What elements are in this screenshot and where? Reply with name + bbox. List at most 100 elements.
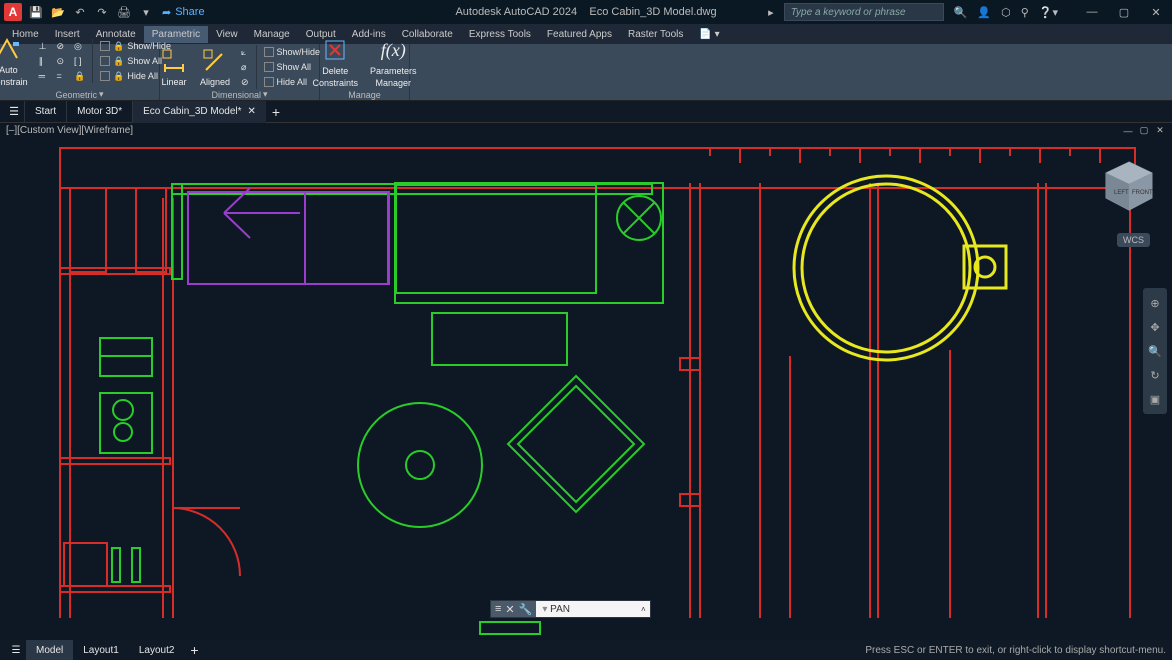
title-file: Eco Cabin_3D Model.dwg	[589, 6, 716, 18]
menu-express[interactable]: Express Tools	[461, 26, 539, 43]
cmd-wrench-icon[interactable]: 🔧	[519, 603, 533, 616]
command-input[interactable]: ▾ PAN	[536, 601, 636, 617]
close-tab-icon[interactable]: ✕	[248, 106, 256, 117]
doc-tab-start[interactable]: Start	[24, 101, 66, 123]
panel-label-manage: Manage	[348, 90, 381, 100]
ribbon: Auto Constrain ⊥ ∥ ═ ⊘ ⊙ = ◎ [ ] 🔒 🔒Show…	[0, 44, 1172, 101]
nav-showmotion-icon[interactable]: ▣	[1146, 390, 1164, 408]
chevron-down-icon: ▾	[263, 89, 268, 100]
cmd-chevron-icon: ▾	[542, 604, 550, 615]
aligned-button[interactable]: Aligned	[196, 45, 234, 89]
layout-tab-layout2[interactable]: Layout2	[129, 640, 185, 660]
drawing-canvas[interactable]: LEFT FRONT WCS ⊕ ✥ 🔍 ↻ ▣ ≡ ✕ 🔧 ▾ PAN ˄	[0, 138, 1172, 640]
document-tabs: ☰ Start Motor 3D* Eco Cabin_3D Model* ✕ …	[0, 101, 1172, 123]
doc-tab-motor3d[interactable]: Motor 3D*	[66, 101, 132, 123]
dim-radius-icon[interactable]: ⌀	[238, 60, 252, 74]
search-input[interactable]: Type a keyword or phrase	[784, 3, 944, 21]
geom-tangent-icon[interactable]: ⊘	[53, 39, 67, 53]
cmd-icons: ≡ ✕ 🔧	[491, 603, 536, 616]
doc-tab-eco-cabin[interactable]: Eco Cabin_3D Model* ✕	[132, 101, 266, 123]
viewcube-left-label: LEFT	[1114, 190, 1129, 196]
command-text: PAN	[550, 604, 570, 615]
menu-overflow[interactable]: 📄 ▾	[691, 26, 727, 43]
qat-print-icon[interactable]: 🖨	[116, 4, 132, 20]
layout-menu-icon[interactable]: ☰	[6, 640, 26, 660]
command-recent-dropdown[interactable]: ˄	[636, 601, 650, 617]
nav-wheel-icon[interactable]: ⊕	[1146, 294, 1164, 312]
parameters-manager-button[interactable]: f(x) Parameters Manager	[366, 34, 421, 90]
doc-tabs-menu-icon[interactable]: ☰	[4, 102, 24, 122]
add-tab-button[interactable]: +	[266, 104, 286, 120]
panel-label-dimensional[interactable]: Dimensional▾	[211, 89, 267, 100]
layout-tab-layout1[interactable]: Layout1	[73, 640, 129, 660]
search-icon[interactable]: 🔍	[954, 6, 968, 19]
viewport-minimize-icon[interactable]: —	[1122, 125, 1134, 137]
checkbox-icon	[264, 62, 274, 72]
doc-tab-label: Eco Cabin_3D Model*	[143, 106, 241, 117]
cmd-close-icon[interactable]: ✕	[505, 603, 514, 616]
geom-coincident-icon[interactable]: ⊙	[53, 54, 67, 68]
view-cube[interactable]: LEFT FRONT	[1102, 158, 1157, 213]
chevron-down-icon: ▾	[99, 89, 104, 100]
geom-icons-col1: ⊥ ∥ ═	[36, 39, 50, 83]
menu-manage[interactable]: Manage	[246, 26, 298, 43]
viewport-maximize-icon[interactable]: ▢	[1138, 125, 1150, 137]
viewport-status-label[interactable]: [–][Custom View][Wireframe]	[6, 125, 133, 136]
geom-equal-icon[interactable]: =	[53, 69, 67, 83]
layout-tab-model[interactable]: Model	[26, 640, 73, 660]
linear-button[interactable]: Linear	[156, 45, 192, 89]
checkbox-icon	[100, 41, 110, 51]
autoconstrain-label-1: Auto	[0, 65, 18, 75]
delete-constraints-icon	[321, 36, 349, 64]
menu-raster[interactable]: Raster Tools	[620, 26, 691, 43]
menu-featured[interactable]: Featured Apps	[539, 26, 620, 43]
panel-label-geometric[interactable]: Geometric▾	[55, 89, 103, 100]
autodesk-app-icon[interactable]: ⬡	[1001, 6, 1011, 19]
nav-orbit-icon[interactable]: ↻	[1146, 366, 1164, 384]
geom-horiz-icon[interactable]: ═	[36, 69, 50, 83]
geom-icons-col2: ⊘ ⊙ =	[53, 39, 67, 83]
autoconstrain-label-2: Constrain	[0, 77, 28, 87]
dim-angular-icon[interactable]: ⟀	[238, 45, 252, 59]
qat-open-icon[interactable]: 📂	[50, 4, 66, 20]
search-arrow-icon: ▸	[768, 6, 774, 19]
add-layout-button[interactable]: +	[184, 642, 204, 658]
autoconstrain-button[interactable]: Auto Constrain	[0, 33, 32, 89]
status-message: Press ESC or ENTER to exit, or right-cli…	[865, 645, 1166, 656]
share-button[interactable]: ➦ Share	[162, 6, 205, 19]
app-icon[interactable]: A	[4, 3, 22, 21]
qat-redo-icon[interactable]: ↷	[94, 4, 110, 20]
exchange-icon[interactable]: ⚲	[1021, 6, 1029, 19]
nav-pan-icon[interactable]: ✥	[1146, 318, 1164, 336]
account-icon[interactable]: 👤	[977, 6, 991, 19]
geom-parallel-icon[interactable]: ∥	[36, 54, 50, 68]
delete-label-1: Delete	[322, 66, 348, 76]
delete-constraints-button[interactable]: Delete Constraints	[308, 34, 362, 90]
bottom-status-bar: ☰ Model Layout1 Layout2 + Press ESC or E…	[0, 640, 1172, 660]
qat-undo-icon[interactable]: ↶	[72, 4, 88, 20]
ribbon-panel-geometric: Auto Constrain ⊥ ∥ ═ ⊘ ⊙ = ◎ [ ] 🔒 🔒Show…	[0, 44, 160, 100]
ribbon-panel-dimensional: Linear Aligned ⟀ ⌀ ⊘ Show/Hide Show All …	[160, 44, 320, 100]
geom-concentric-icon[interactable]: ◎	[71, 39, 88, 53]
qat-save-icon[interactable]: 💾	[28, 4, 44, 20]
nav-zoom-icon[interactable]: 🔍	[1146, 342, 1164, 360]
qat-dropdown-icon[interactable]: ▾	[138, 4, 154, 20]
dim-icons-col: ⟀ ⌀ ⊘	[238, 45, 252, 89]
maximize-button[interactable]: ▢	[1112, 4, 1136, 20]
share-icon: ➦	[162, 6, 171, 19]
cmd-customize-icon[interactable]: ≡	[495, 603, 501, 615]
geom-fix-icon[interactable]: 🔒	[71, 69, 88, 83]
dim-diameter-icon[interactable]: ⊘	[238, 75, 252, 89]
minimize-button[interactable]: —	[1080, 4, 1104, 20]
geom-symmetric-icon[interactable]: [ ]	[71, 54, 88, 68]
close-button[interactable]: ✕	[1144, 4, 1168, 20]
geom-perp-icon[interactable]: ⊥	[36, 39, 50, 53]
help-dropdown[interactable]: ❔▾	[1039, 6, 1058, 19]
command-line[interactable]: ≡ ✕ 🔧 ▾ PAN ˄	[490, 600, 651, 618]
drawing-svg	[0, 138, 1172, 640]
menu-bar: Home Insert Annotate Parametric View Man…	[0, 24, 1172, 44]
menu-view[interactable]: View	[208, 26, 246, 43]
title-bar: A 💾 📂 ↶ ↷ 🖨 ▾ ➦ Share Autodesk AutoCAD 2…	[0, 0, 1172, 24]
viewport-close-icon[interactable]: ✕	[1154, 125, 1166, 137]
wcs-label[interactable]: WCS	[1117, 233, 1150, 247]
